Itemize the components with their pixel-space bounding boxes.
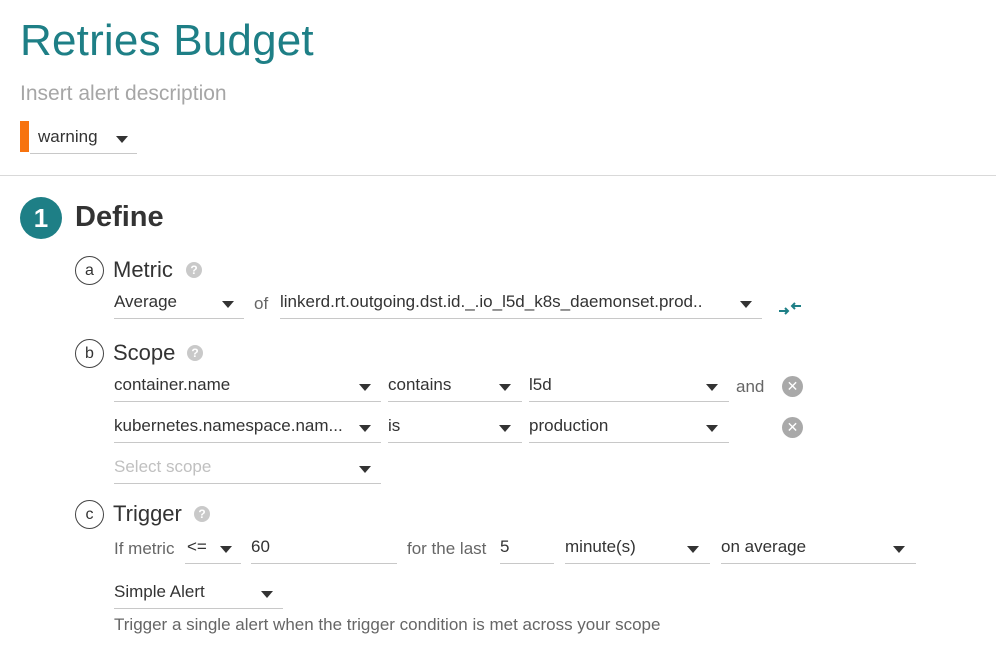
chevron-down-icon	[706, 384, 718, 391]
alert-description-input[interactable]: Insert alert description	[20, 80, 227, 108]
severity-dropdown[interactable]: warning	[30, 123, 137, 154]
threshold-value: 60	[251, 537, 270, 556]
scope-key-dropdown[interactable]: container.name	[114, 371, 381, 402]
scope-value-value: l5d	[529, 375, 552, 394]
scope-value-value: production	[529, 416, 609, 435]
step-title: Define	[75, 201, 164, 233]
scope-section-label: Scope	[113, 340, 176, 365]
duration-value: 5	[500, 537, 510, 556]
trigger-aggregation-value: on average	[721, 537, 807, 556]
chevron-down-icon	[359, 425, 371, 432]
scope-value-dropdown[interactable]: l5d	[529, 371, 729, 402]
duration-unit-value: minute(s)	[565, 537, 636, 556]
of-label: of	[254, 294, 269, 313]
scope-key-value: container.name	[114, 375, 231, 394]
chevron-down-icon	[499, 384, 511, 391]
severity-color-indicator	[20, 121, 29, 152]
section-divider	[0, 175, 996, 176]
chevron-down-icon	[116, 136, 128, 143]
help-icon[interactable]: ?	[194, 506, 210, 522]
alert-title[interactable]: Retries Budget	[20, 14, 314, 68]
help-icon[interactable]: ?	[187, 345, 203, 361]
chevron-down-icon	[261, 591, 273, 598]
comparator-value: <=	[187, 537, 207, 556]
chevron-down-icon	[222, 301, 234, 308]
duration-unit-dropdown[interactable]: minute(s)	[565, 533, 710, 564]
metric-aggregation-dropdown[interactable]: Average	[114, 288, 244, 319]
alert-type-hint: Trigger a single alert when the trigger …	[114, 615, 661, 634]
scope-letter-badge: b	[75, 339, 104, 368]
comparator-dropdown[interactable]: <=	[185, 533, 241, 564]
if-metric-label: If metric	[114, 539, 175, 558]
scope-operator-value: is	[388, 416, 401, 435]
swap-arrows-icon[interactable]	[778, 300, 802, 318]
help-icon[interactable]: ?	[186, 262, 202, 278]
trigger-aggregation-dropdown[interactable]: on average	[721, 533, 916, 564]
trigger-section-label: Trigger	[113, 501, 182, 526]
metric-name-dropdown[interactable]: linkerd.rt.outgoing.dst.id._.io_l5d_k8s_…	[280, 288, 762, 319]
chevron-down-icon	[220, 546, 232, 553]
select-scope-dropdown[interactable]: Select scope	[114, 453, 381, 484]
chevron-down-icon	[687, 546, 699, 553]
scope-value-dropdown[interactable]: production	[529, 412, 729, 443]
metric-section-label: Metric	[113, 257, 173, 282]
remove-scope-icon[interactable]: ✕	[782, 376, 803, 397]
scope-operator-value: contains	[388, 375, 452, 394]
alert-type-dropdown[interactable]: Simple Alert	[114, 578, 283, 609]
remove-scope-icon[interactable]: ✕	[782, 417, 803, 438]
chevron-down-icon	[740, 301, 752, 308]
metric-aggregation-value: Average	[114, 292, 178, 311]
chevron-down-icon	[893, 546, 905, 553]
chevron-down-icon	[359, 384, 371, 391]
for-the-last-label: for the last	[407, 539, 487, 558]
severity-value: warning	[38, 127, 98, 146]
threshold-input[interactable]: 60	[251, 533, 397, 564]
trigger-letter-badge: c	[75, 500, 104, 529]
scope-operator-dropdown[interactable]: is	[388, 412, 522, 443]
step-number-badge: 1	[20, 197, 62, 239]
chevron-down-icon	[359, 466, 371, 473]
scope-key-value: kubernetes.namespace.nam...	[114, 416, 343, 435]
scope-operator-dropdown[interactable]: contains	[388, 371, 522, 402]
duration-input[interactable]: 5	[500, 533, 554, 564]
scope-joiner-label: and	[736, 377, 765, 396]
select-scope-placeholder: Select scope	[114, 457, 212, 476]
alert-type-value: Simple Alert	[114, 582, 205, 601]
chevron-down-icon	[706, 425, 718, 432]
scope-key-dropdown[interactable]: kubernetes.namespace.nam...	[114, 412, 381, 443]
metric-letter-badge: a	[75, 256, 104, 285]
chevron-down-icon	[499, 425, 511, 432]
metric-name-value: linkerd.rt.outgoing.dst.id._.io_l5d_k8s_…	[280, 292, 703, 311]
